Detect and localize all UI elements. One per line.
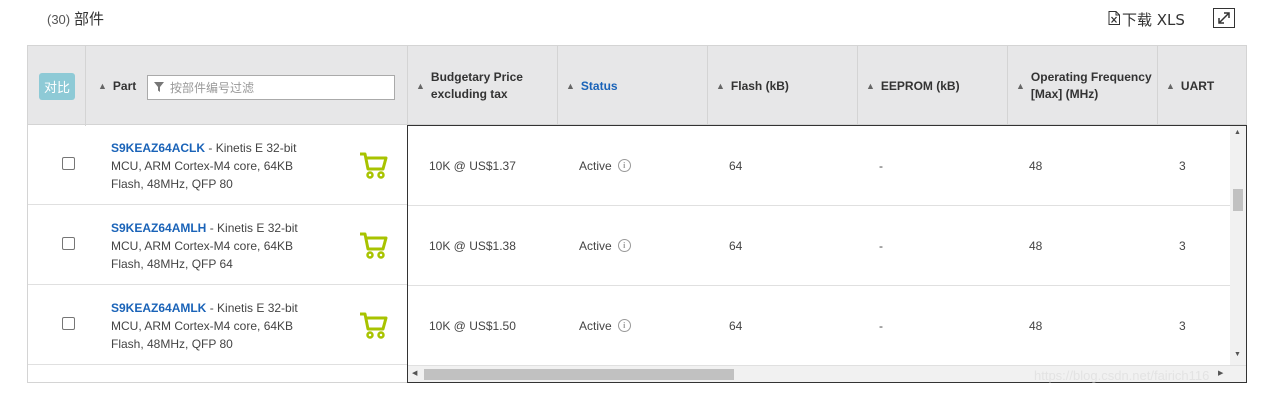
status-cell: Active i: [579, 286, 631, 365]
sort-icon: ▲︎: [98, 80, 107, 91]
column-divider: [557, 46, 558, 126]
part-description: S9KEAZ64ACLK - Kinetis E 32-bit MCU, ARM…: [111, 141, 297, 191]
table-row: 10K @ US$1.50 Active i 64 - 48 3: [408, 286, 1246, 366]
download-xls-label: 下载 XLS: [1122, 11, 1185, 29]
info-icon[interactable]: i: [617, 239, 631, 252]
price-cell: 10K @ US$1.50: [429, 318, 516, 333]
parts-count-title: (30) 部件: [47, 8, 104, 29]
eeprom-cell: -: [879, 238, 883, 253]
table-row: S9KEAZ64AMLH - Kinetis E 32-bit MCU, ARM…: [28, 205, 407, 285]
compare-checkbox[interactable]: [62, 157, 75, 170]
frequency-cell: 48: [1029, 318, 1043, 333]
watermark: https://blog.csdn.net/fairich116: [1034, 368, 1210, 383]
frequency-cell: 48: [1029, 238, 1043, 253]
flash-cell: 64: [729, 158, 743, 173]
part-description: S9KEAZ64AMLH - Kinetis E 32-bit MCU, ARM…: [111, 221, 298, 271]
file-excel-icon: [1108, 10, 1120, 29]
uart-cell: 3: [1179, 158, 1186, 173]
frequency-cell: 48: [1029, 158, 1043, 173]
scroll-down-arrow-icon[interactable]: ▼︎: [1234, 351, 1241, 358]
price-cell: 10K @ US$1.37: [429, 158, 516, 173]
table-row: S9KEAZ64ACLK - Kinetis E 32-bit MCU, ARM…: [28, 125, 407, 205]
compare-checkbox[interactable]: [62, 237, 75, 250]
table-row: S9KEAZ64AMLK - Kinetis E 32-bit MCU, ARM…: [28, 285, 407, 365]
scroll-left-arrow-icon[interactable]: ◀︎: [412, 369, 417, 377]
sort-icon: ▲︎: [1016, 80, 1025, 91]
status-cell: Active i: [579, 206, 631, 285]
part-number-link[interactable]: S9KEAZ64AMLH: [111, 221, 206, 235]
vertical-scrollbar-thumb[interactable]: [1233, 189, 1243, 211]
toolbar: (30) 部件 下载 XLS: [0, 0, 1274, 40]
scroll-right-arrow-icon[interactable]: ▶︎: [1218, 369, 1223, 377]
column-header-eeprom[interactable]: ▲︎ EEPROM (kB): [866, 46, 960, 126]
flash-cell: 64: [729, 318, 743, 333]
status-cell: Active i: [579, 126, 631, 205]
part-number-link[interactable]: S9KEAZ64AMLK: [111, 301, 206, 315]
column-divider: [1007, 46, 1008, 126]
expand-icon[interactable]: [1213, 8, 1235, 28]
table-row: 10K @ US$1.38 Active i 64 - 48 3: [408, 206, 1246, 286]
column-divider: [707, 46, 708, 126]
column-header-part[interactable]: ▲︎ Part: [98, 46, 136, 126]
table-row: 10K @ US$1.37 Active i 64 - 48 3: [408, 126, 1246, 206]
table-header: 对比 ▲︎ Part ▲︎ Budgetary Price excluding …: [27, 45, 1247, 126]
info-icon[interactable]: i: [617, 319, 631, 332]
vertical-scrollbar[interactable]: ▲︎ ▼︎: [1230, 126, 1246, 365]
column-header-frequency[interactable]: ▲︎ Operating Frequency [Max] (MHz): [1016, 46, 1156, 126]
column-divider: [857, 46, 858, 126]
sort-icon: ▲︎: [1166, 80, 1175, 91]
sort-icon: ▲︎: [416, 80, 425, 91]
column-divider: [1157, 46, 1158, 126]
compare-checkbox[interactable]: [62, 317, 75, 330]
info-icon[interactable]: i: [617, 159, 631, 172]
horizontal-scrollbar-thumb[interactable]: [424, 369, 734, 380]
column-header-price[interactable]: ▲︎ Budgetary Price excluding tax: [416, 46, 556, 126]
table-scroll-area[interactable]: 10K @ US$1.37 Active i 64 - 48 3 10K @ US…: [407, 125, 1247, 383]
parts-count: (30): [47, 12, 71, 27]
cart-icon[interactable]: [358, 311, 388, 344]
cart-icon[interactable]: [358, 151, 388, 184]
parts-table: 对比 ▲︎ Part ▲︎ Budgetary Price excluding …: [27, 45, 1247, 383]
part-filter-field[interactable]: [147, 75, 395, 100]
sort-icon: ▲︎: [866, 80, 875, 91]
compare-button[interactable]: 对比: [39, 73, 75, 100]
download-xls-button[interactable]: 下载 XLS: [1108, 9, 1185, 30]
table-fixed-columns: S9KEAZ64ACLK - Kinetis E 32-bit MCU, ARM…: [27, 125, 407, 383]
part-filter-input[interactable]: [168, 79, 382, 96]
column-divider: [85, 46, 86, 126]
column-header-flash[interactable]: ▲︎ Flash (kB): [716, 46, 789, 126]
scroll-up-arrow-icon[interactable]: ▲︎: [1234, 129, 1241, 136]
sort-icon: ▲︎: [716, 80, 725, 91]
uart-cell: 3: [1179, 318, 1186, 333]
price-cell: 10K @ US$1.38: [429, 238, 516, 253]
flash-cell: 64: [729, 238, 743, 253]
part-number-link[interactable]: S9KEAZ64ACLK: [111, 141, 205, 155]
sort-icon: ▲︎: [566, 80, 575, 91]
column-header-uart[interactable]: ▲︎ UART: [1166, 46, 1214, 126]
eeprom-cell: -: [879, 318, 883, 333]
column-header-status[interactable]: ▲︎ Status: [566, 46, 618, 126]
cart-icon[interactable]: [358, 231, 388, 264]
column-divider: [407, 46, 408, 126]
part-description: S9KEAZ64AMLK - Kinetis E 32-bit MCU, ARM…: [111, 301, 298, 351]
uart-cell: 3: [1179, 238, 1186, 253]
eeprom-cell: -: [879, 158, 883, 173]
parts-title: 部件: [74, 10, 105, 28]
filter-icon: [154, 79, 164, 97]
